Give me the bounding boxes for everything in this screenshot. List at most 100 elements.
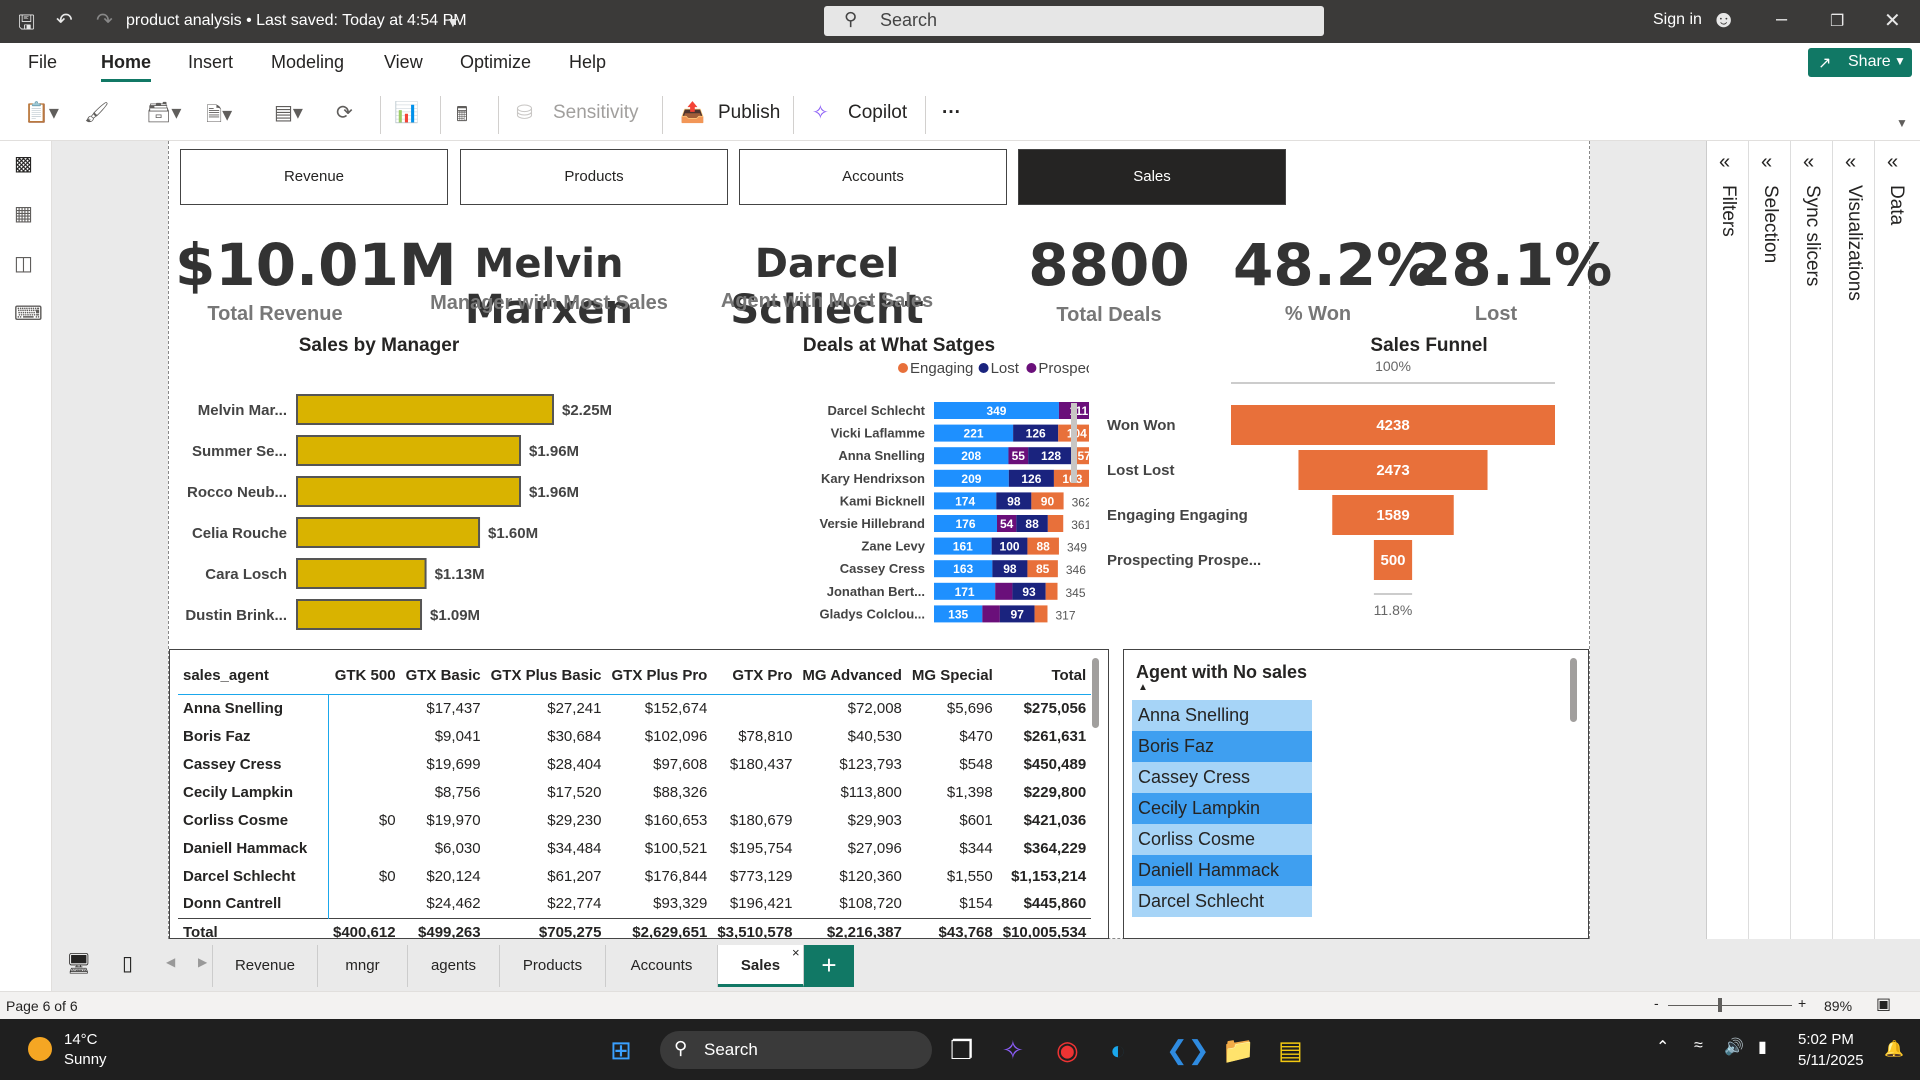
agents-no-sales-slicer[interactable]: Agent with No sales ▲ Anna Snelling Boris… — [1123, 649, 1589, 939]
expand-icon[interactable]: « — [1761, 151, 1772, 174]
matrix-column-header[interactable]: GTX Pro — [712, 658, 798, 695]
close-icon[interactable]: ✕ — [1884, 8, 1901, 33]
redo-icon[interactable]: ↷ — [96, 8, 113, 33]
no-sales-agent-item[interactable]: Cassey Cress — [1132, 762, 1312, 793]
collapse-ribbon-icon[interactable]: ▼ — [1896, 116, 1908, 130]
visualizations-pane[interactable]: « Visualizations — [1833, 141, 1875, 939]
table-view-icon[interactable]: ▦ — [14, 201, 33, 226]
taskbar-search[interactable]: ⚲ Search — [660, 1031, 932, 1069]
selection-pane[interactable]: « Selection — [1749, 141, 1791, 939]
matrix-row[interactable]: Boris Faz $9,041 $30,684 $102,096 $78,810 $40… — [178, 722, 1091, 750]
no-sales-agent-item[interactable]: Daniell Hammack — [1132, 855, 1312, 886]
chevron-down-icon[interactable]: ▼ — [446, 14, 460, 30]
zoom-slider-thumb[interactable] — [1718, 998, 1722, 1012]
dax-query-icon[interactable]: ⌨ — [14, 301, 43, 326]
page-tab-accounts[interactable]: Accounts — [606, 945, 718, 987]
expand-icon[interactable]: « — [1719, 151, 1730, 174]
windows-start-icon[interactable]: ⊞ — [610, 1035, 632, 1066]
no-sales-agent-item[interactable]: Boris Faz — [1132, 731, 1312, 762]
document-title[interactable]: product analysis • Last saved: Today at … — [126, 12, 467, 30]
undo-icon[interactable]: ↶ — [56, 8, 73, 33]
page-tab-agents[interactable]: agents — [408, 945, 500, 987]
zoom-slider[interactable] — [1668, 1005, 1792, 1006]
matrix-row[interactable]: Cecily Lampkin $8,756 $17,520 $88,326 $113,8… — [178, 778, 1091, 806]
model-view-icon[interactable]: ◫ — [14, 251, 33, 276]
no-sales-agent-item[interactable]: Darcel Schlecht — [1132, 886, 1312, 917]
publish-button[interactable]: Publish — [718, 102, 780, 124]
more-options-button[interactable]: ··· — [942, 102, 961, 124]
minimize-icon[interactable]: – — [1776, 8, 1787, 31]
sales-funnel-chart[interactable]: 100% Won Won 4238 Lost Lost 2473 Engaging Eng… — [1099, 361, 1579, 651]
menu-home[interactable]: Home — [101, 52, 151, 73]
page-tab-revenue[interactable]: Revenue — [212, 945, 318, 987]
next-page-icon[interactable]: ▶ — [198, 955, 207, 969]
matrix-column-header[interactable]: MG Special — [906, 658, 998, 695]
battery-icon[interactable]: ▮ — [1758, 1037, 1767, 1057]
zoom-level[interactable]: 89% — [1824, 998, 1852, 1014]
matrix-column-header[interactable]: sales_agent — [178, 658, 328, 695]
weather-desc[interactable]: Sunny — [64, 1051, 107, 1068]
no-sales-agent-item[interactable]: Cecily Lampkin — [1132, 793, 1312, 824]
page-tab-products[interactable]: Products — [500, 945, 606, 987]
sales-by-manager-chart[interactable]: Melvin Mar... $2.25M Summer Se... $1.96M Roc… — [169, 361, 639, 641]
matrix-row[interactable]: Cassey Cress $19,699 $28,404 $97,608 $180,43… — [178, 750, 1091, 778]
menu-optimize[interactable]: Optimize — [460, 52, 531, 73]
menu-help[interactable]: Help — [569, 52, 606, 73]
nav-accounts-button[interactable]: Accounts — [739, 149, 1007, 205]
weather-sun-icon[interactable] — [28, 1037, 52, 1061]
chrome-icon[interactable]: ◉ — [1056, 1035, 1079, 1066]
task-view-icon[interactable]: ❐ — [950, 1035, 973, 1066]
tray-chevron-icon[interactable]: ⌃ — [1656, 1037, 1669, 1057]
matrix-scrollbar[interactable] — [1092, 658, 1099, 728]
menu-view[interactable]: View — [384, 52, 423, 73]
data-pane[interactable]: « Data — [1875, 141, 1917, 939]
menu-modeling[interactable]: Modeling — [271, 52, 344, 73]
nav-sales-button[interactable]: Sales — [1018, 149, 1286, 205]
publish-icon[interactable]: 📤 — [680, 100, 705, 125]
sales-agent-matrix[interactable]: sales_agent GTK 500 GTX Basic GTX Plus Basi… — [169, 649, 1109, 939]
no-sales-scrollbar[interactable] — [1570, 658, 1577, 722]
deals-stages-chart[interactable]: EngagingLostProspectingWonDarcel Schlech… — [639, 361, 1089, 651]
clock-time[interactable]: 5:02 PM — [1798, 1031, 1854, 1048]
share-button[interactable]: ↗ Share ▼ — [1808, 48, 1912, 77]
wifi-icon[interactable]: ≈ — [1694, 1037, 1703, 1055]
mobile-layout-icon[interactable]: ▯ — [122, 951, 133, 976]
copilot-icon[interactable]: ✧ — [812, 100, 829, 125]
sign-in-link[interactable]: Sign in — [1653, 11, 1702, 29]
refresh-icon[interactable]: ⟳ — [336, 100, 353, 125]
sort-ascending-icon[interactable]: ▲ — [1138, 682, 1148, 693]
add-page-button[interactable]: + — [804, 945, 854, 987]
matrix-row[interactable]: Daniell Hammack $6,030 $34,484 $100,521 $195… — [178, 834, 1091, 862]
weather-temp[interactable]: 14°C — [64, 1031, 98, 1048]
paste-icon[interactable]: 📋▾ — [24, 100, 59, 125]
calculator-icon[interactable]: 🖩 — [456, 100, 468, 134]
edge-icon[interactable]: ◐ — [1110, 1035, 1126, 1066]
matrix-column-header[interactable]: MG Advanced — [797, 658, 907, 695]
volume-icon[interactable]: 🔊 — [1724, 1037, 1744, 1057]
matrix-row[interactable]: Corliss Cosme $0 $19,970 $29,230 $160,653 $18… — [178, 806, 1091, 834]
new-visual-icon[interactable]: 📊 — [394, 100, 419, 125]
matrix-column-header[interactable]: GTX Plus Pro — [606, 658, 713, 695]
menu-file[interactable]: File — [28, 52, 57, 73]
search-input[interactable]: ⚲ Search — [824, 6, 1324, 36]
no-sales-agent-item[interactable]: Anna Snelling — [1132, 700, 1312, 731]
new-source-icon[interactable]: 🗎▾ — [206, 100, 232, 134]
powerbi-icon[interactable]: ▤ — [1278, 1035, 1303, 1066]
zoom-out-icon[interactable]: - — [1654, 995, 1659, 1011]
copilot-button[interactable]: Copilot — [848, 102, 907, 124]
matrix-column-header[interactable]: GTK 500 — [328, 658, 401, 695]
matrix-row[interactable]: Donn Cantrell $24,462 $22,774 $93,329 $196,4… — [178, 890, 1091, 918]
desktop-layout-icon[interactable]: 🖥 — [66, 951, 91, 976]
clock-date[interactable]: 5/11/2025 — [1798, 1052, 1864, 1069]
account-icon[interactable]: ☻ — [1711, 6, 1736, 34]
nav-products-button[interactable]: Products — [460, 149, 728, 205]
restore-icon[interactable]: ❐ — [1830, 11, 1844, 31]
filters-pane[interactable]: « Filters — [1707, 141, 1749, 939]
matrix-column-header[interactable]: GTX Plus Basic — [485, 658, 607, 695]
no-sales-agent-item[interactable]: Corliss Cosme — [1132, 824, 1312, 855]
expand-icon[interactable]: « — [1887, 151, 1898, 174]
matrix-row[interactable]: Anna Snelling $17,437 $27,241 $152,674 $72,0… — [178, 694, 1091, 722]
save-icon[interactable]: 🖫 — [18, 8, 35, 42]
expand-icon[interactable]: « — [1845, 151, 1856, 174]
notifications-icon[interactable]: 🔔 — [1884, 1039, 1904, 1059]
